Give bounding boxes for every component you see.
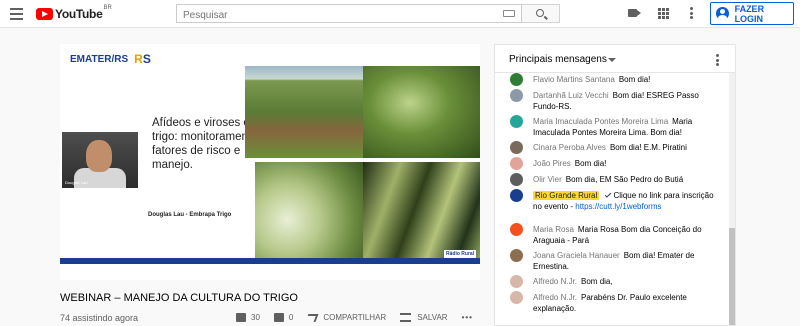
avatar[interactable]: [510, 249, 523, 262]
message-author[interactable]: João Pires: [533, 159, 571, 168]
message-text: Bom dia,: [581, 277, 613, 286]
avatar[interactable]: [510, 173, 523, 186]
login-button[interactable]: FAZER LOGIN: [710, 2, 794, 25]
wheat-flower-photo: [255, 162, 363, 258]
avatar[interactable]: [510, 141, 523, 154]
message-link[interactable]: https://cutt.ly/1webforms: [575, 202, 661, 211]
share-button[interactable]: COMPARTILHAR: [305, 313, 387, 322]
more-actions-button[interactable]: •••: [462, 313, 473, 322]
chat-message: Flavio Martins Santana Bom dia!: [495, 73, 725, 86]
rs-logo-r: R: [134, 52, 143, 66]
presentation-slide: EMATER/RS RS Afídeos e viroses em trigo:…: [60, 44, 480, 280]
chat-more-icon[interactable]: [716, 54, 719, 68]
chat-message: Maria Rosa Maria Rosa Bom dia Conceição d…: [495, 223, 725, 246]
message-author[interactable]: Joana Graciela Hanauer: [533, 251, 620, 260]
chat-message: Olir Vier Bom dia, EM São Pedro do Butiá: [495, 173, 725, 186]
logo-region: BR: [103, 5, 112, 11]
chat-message: Cinara Peroba Alves Bom dia! E.M. Piratin…: [495, 141, 725, 154]
message-text: Bom dia!: [574, 159, 607, 168]
logo-text: YouTube: [55, 7, 103, 21]
top-bar: YouTube BR FAZER LOGIN: [0, 0, 800, 28]
wheat-ears-photo: [363, 162, 480, 258]
thumbs-up-icon: [236, 313, 246, 322]
more-vert-icon[interactable]: [690, 7, 693, 19]
chat-message: Rio Grande Rural Clique no link para ins…: [495, 189, 725, 212]
avatar[interactable]: [510, 89, 523, 102]
rs-logo-s: S: [142, 52, 151, 66]
avatar[interactable]: [510, 115, 523, 128]
speaker-face: [86, 140, 112, 172]
share-label: COMPARTILHAR: [323, 313, 387, 322]
message-text: Bom dia! E.M. Piratini: [609, 143, 687, 152]
search-button[interactable]: [522, 4, 560, 23]
message-author[interactable]: Flavio Martins Santana: [533, 75, 615, 84]
chat-message: Maria Imaculada Pontes Moreira Lima Maria…: [495, 115, 725, 138]
chat-scrollbar[interactable]: [729, 73, 735, 325]
slide-author: Douglas Lau - Embrapa Trigo: [148, 212, 232, 218]
message-author[interactable]: Maria Rosa: [533, 225, 574, 234]
dislike-button[interactable]: 0: [273, 313, 294, 322]
message-author[interactable]: Dartanhã Luiz Vecchi: [533, 91, 609, 100]
avatar[interactable]: [510, 189, 523, 202]
search-icon: [536, 9, 544, 17]
chat-scroll-thumb[interactable]: [729, 228, 735, 325]
user-icon: [716, 7, 729, 20]
apps-icon[interactable]: [658, 8, 669, 19]
create-video-icon[interactable]: [628, 9, 641, 17]
play-icon: [36, 8, 53, 20]
avatar[interactable]: [510, 275, 523, 288]
rs-logo: RS: [134, 52, 151, 66]
chat-message: Joana Graciela Hanauer Bom dia! Emater de…: [495, 249, 725, 272]
menu-icon[interactable]: [10, 8, 23, 20]
slide-bottom-strip: [60, 264, 480, 280]
more-horiz-icon: •••: [461, 313, 473, 322]
message-author[interactable]: Cinara Peroba Alves: [533, 143, 606, 152]
save-button[interactable]: SALVAR: [400, 313, 448, 322]
chat-message: Alfredo N.Jr. Bom dia,: [495, 275, 725, 288]
video-title: WEBINAR – MANEJO DA CULTURA DO TRIGO: [60, 292, 298, 304]
like-button[interactable]: 30: [236, 313, 260, 322]
radio-rural-logo: Rádio Rural: [444, 250, 477, 258]
chat-message: Alfredo N.Jr. Parabéns Dr. Paulo excelent…: [495, 291, 725, 314]
youtube-logo[interactable]: YouTube BR: [36, 5, 112, 21]
video-actions: 30 0 COMPARTILHAR SALVAR •••: [236, 313, 487, 322]
message-author[interactable]: Alfredo N.Jr.: [533, 293, 577, 302]
chat-header: Principais mensagens: [495, 45, 735, 73]
thumbs-down-icon: [273, 313, 284, 322]
dislike-count: 0: [288, 313, 294, 322]
chevron-down-icon[interactable]: [608, 58, 616, 62]
emater-logo: EMATER/RS: [70, 53, 129, 65]
message-author[interactable]: Maria Imaculada Pontes Moreira Lima: [533, 117, 668, 126]
chat-mode-selector[interactable]: Principais mensagens: [509, 54, 607, 65]
search-box: [176, 4, 522, 24]
speaker-label: Douglas Lau: [65, 180, 88, 185]
playlist-add-icon: [400, 313, 412, 322]
video-player[interactable]: EMATER/RS RS Afídeos e viroses em trigo:…: [60, 44, 480, 280]
avatar[interactable]: [510, 157, 523, 170]
message-author[interactable]: Alfredo N.Jr.: [533, 277, 577, 286]
login-label: FAZER LOGIN: [734, 3, 765, 24]
save-label: SALVAR: [417, 313, 448, 322]
search-input[interactable]: [177, 7, 477, 24]
live-chat: Principais mensagens Flavio Martins Sant…: [494, 44, 736, 326]
avatar[interactable]: [510, 73, 523, 86]
keyboard-icon[interactable]: [503, 10, 515, 17]
avatar[interactable]: [510, 291, 523, 304]
chat-message: Dartanhã Luiz Vecchi Bom dia! ESREG Passo…: [495, 89, 725, 112]
message-text: Bom dia, EM São Pedro do Butiá: [565, 175, 684, 184]
slide-header: EMATER/RS RS: [70, 52, 151, 66]
chat-message: João Pires Bom dia!: [495, 157, 725, 170]
message-text: Bom dia!: [618, 75, 651, 84]
wheat-field-photo: [245, 66, 363, 158]
speaker-webcam: Douglas Lau: [62, 132, 138, 188]
message-author[interactable]: Rio Grande Rural: [533, 191, 600, 200]
like-count: 30: [251, 313, 260, 322]
share-icon: [305, 313, 319, 322]
avatar[interactable]: [510, 223, 523, 236]
leaf-photo: [363, 66, 480, 158]
message-author[interactable]: Olir Vier: [533, 175, 562, 184]
